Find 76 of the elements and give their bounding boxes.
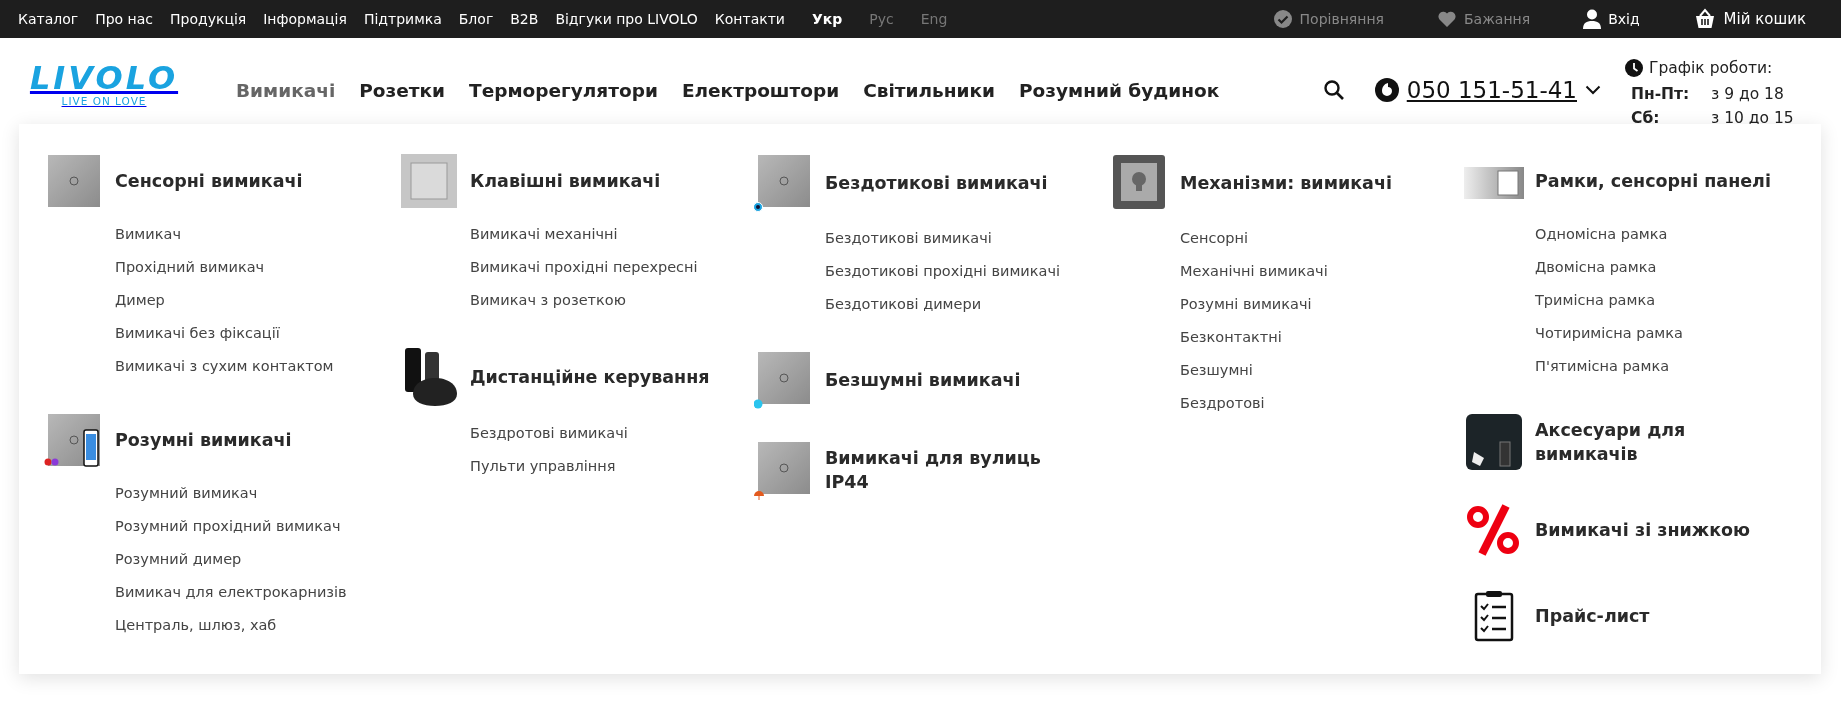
category-link[interactable]: Рамки, сенсорні панелі xyxy=(1535,169,1771,193)
subcategory-link[interactable]: Бездотикові вимикачі xyxy=(825,229,992,246)
category-link[interactable]: Дистанційне керування xyxy=(470,365,710,389)
main-nav-link[interactable]: Терморегулятори xyxy=(469,79,658,101)
drop-logo-icon xyxy=(1374,78,1399,102)
category-link[interactable]: Безшумні вимикачі xyxy=(825,368,1021,392)
subcategory-link[interactable]: Вимикач з розеткою xyxy=(470,291,626,308)
heart-icon xyxy=(1437,10,1457,28)
subcategory-link[interactable]: Прохідний вимикач xyxy=(115,258,265,275)
subcategory-link[interactable]: Вимикач xyxy=(115,225,181,242)
accessory-device-icon xyxy=(1464,412,1524,472)
subcategory-link[interactable]: Бездотикові прохідні вимикачі xyxy=(825,262,1061,279)
language-link[interactable]: Рус xyxy=(869,11,894,27)
header-action-link[interactable]: Вхід xyxy=(1583,9,1640,29)
subcategory-link[interactable]: Розумний прохідний вимикач xyxy=(115,517,341,534)
subcategory-link[interactable]: Вимикачі прохідні перехресні xyxy=(470,258,698,275)
subcategory-link[interactable]: Димер xyxy=(115,291,165,308)
category-link[interactable]: Сенсорні вимикачі xyxy=(115,169,303,193)
category-link[interactable]: Розумні вимикачі xyxy=(115,428,292,452)
subcategory-link[interactable]: Механічні вимикачі xyxy=(1180,262,1328,279)
subcategory-link[interactable]: Вимикач для електрокарнизів xyxy=(115,583,347,600)
category-link[interactable]: Вимикачі для вулиць IP44 xyxy=(825,446,1065,494)
category-link[interactable]: Прайс-лист xyxy=(1535,604,1650,628)
subcategory-link[interactable]: П'ятимісна рамка xyxy=(1535,357,1670,374)
subcategory-link[interactable]: Вимикачі з сухим контактом xyxy=(115,357,334,374)
top-nav-link[interactable]: Відгуки про LIVOLO xyxy=(555,11,698,27)
main-nav-link[interactable]: Розумний будинок xyxy=(1018,79,1220,101)
top-nav-link[interactable]: Контакти xyxy=(714,11,785,27)
schedule-title: Графік роботи: xyxy=(1649,59,1773,77)
category-link[interactable]: Клавішні вимикачі xyxy=(470,169,661,193)
top-nav-link[interactable]: Продукція xyxy=(170,11,247,27)
subcategory-link[interactable]: Розумні вимикачі xyxy=(1180,295,1312,312)
language-link[interactable]: Eng xyxy=(920,11,948,27)
subcategory-link[interactable]: Одномісна рамка xyxy=(1535,225,1668,242)
main-nav-link[interactable]: Вимикачі xyxy=(236,79,336,101)
category-link[interactable]: Механізми: вимикачі xyxy=(1180,171,1392,195)
category-link[interactable]: Бездотикові вимикачі xyxy=(825,171,1048,195)
schedule-days: Сб: xyxy=(1631,109,1711,127)
top-nav-link[interactable]: Підтримка xyxy=(363,11,442,27)
subcategory-link[interactable]: Безконтактні xyxy=(1180,328,1282,345)
top-nav-link[interactable]: Про нас xyxy=(95,11,153,27)
subcategory-link[interactable]: Безшумні xyxy=(1180,361,1253,378)
top-nav-link[interactable]: Інформація xyxy=(263,11,347,27)
schedule-hours: з 10 до 15 xyxy=(1711,109,1794,127)
subcategory-link[interactable]: Централь, шлюз, хаб xyxy=(115,616,277,633)
subcategory-link[interactable]: Розумний димер xyxy=(115,550,242,567)
clock-icon xyxy=(1625,59,1643,77)
top-nav-link[interactable]: Каталог xyxy=(18,11,79,27)
category-link[interactable]: Вимикачі зі знижкою xyxy=(1535,518,1751,542)
main-nav-link[interactable]: Світильники xyxy=(863,79,995,101)
key-switch-icon xyxy=(399,153,459,209)
subcategory-link[interactable]: Сенсорні xyxy=(1180,229,1249,246)
subcategory-link[interactable]: Бездотикові димери xyxy=(825,295,982,312)
subcategory-link[interactable]: Бездротові вимикачі xyxy=(470,424,628,441)
subcategory-link[interactable]: Тримісна рамка xyxy=(1535,291,1656,308)
subcategory-link[interactable]: Бездротові xyxy=(1180,394,1265,411)
subcategory-link[interactable]: Вимикачі механічні xyxy=(470,225,618,242)
phone-link[interactable]: 050 151-51-41 xyxy=(1374,77,1601,103)
subcategory-link[interactable]: Вимикачі без фіксації xyxy=(115,324,280,341)
subcategory-link[interactable]: Чотиримісна рамка xyxy=(1535,324,1683,341)
subcategory-link[interactable]: Розумний вимикач xyxy=(115,484,258,501)
chevron-down-icon xyxy=(1585,85,1601,95)
schedule-hours: з 9 до 18 xyxy=(1711,85,1784,103)
main-nav-link[interactable]: Розетки xyxy=(359,79,446,101)
header-action-link[interactable]: Мій кошик xyxy=(1692,8,1806,30)
check-circle-icon xyxy=(1272,9,1293,29)
top-nav-link[interactable]: B2B xyxy=(510,11,539,27)
user-icon xyxy=(1583,9,1602,29)
subcategory-link[interactable]: Двомісна рамка xyxy=(1535,258,1657,275)
schedule-days: Пн-Пт: xyxy=(1631,85,1711,103)
search-icon[interactable] xyxy=(1322,79,1345,101)
language-link[interactable]: Укр xyxy=(811,11,843,27)
subcategory-link[interactable]: Пульти управління xyxy=(470,457,616,474)
main-nav-link[interactable]: Електроштори xyxy=(681,79,840,101)
category-link[interactable]: Аксесуари для вимикачів xyxy=(1535,418,1775,466)
top-nav-link[interactable]: Блог xyxy=(458,11,494,27)
